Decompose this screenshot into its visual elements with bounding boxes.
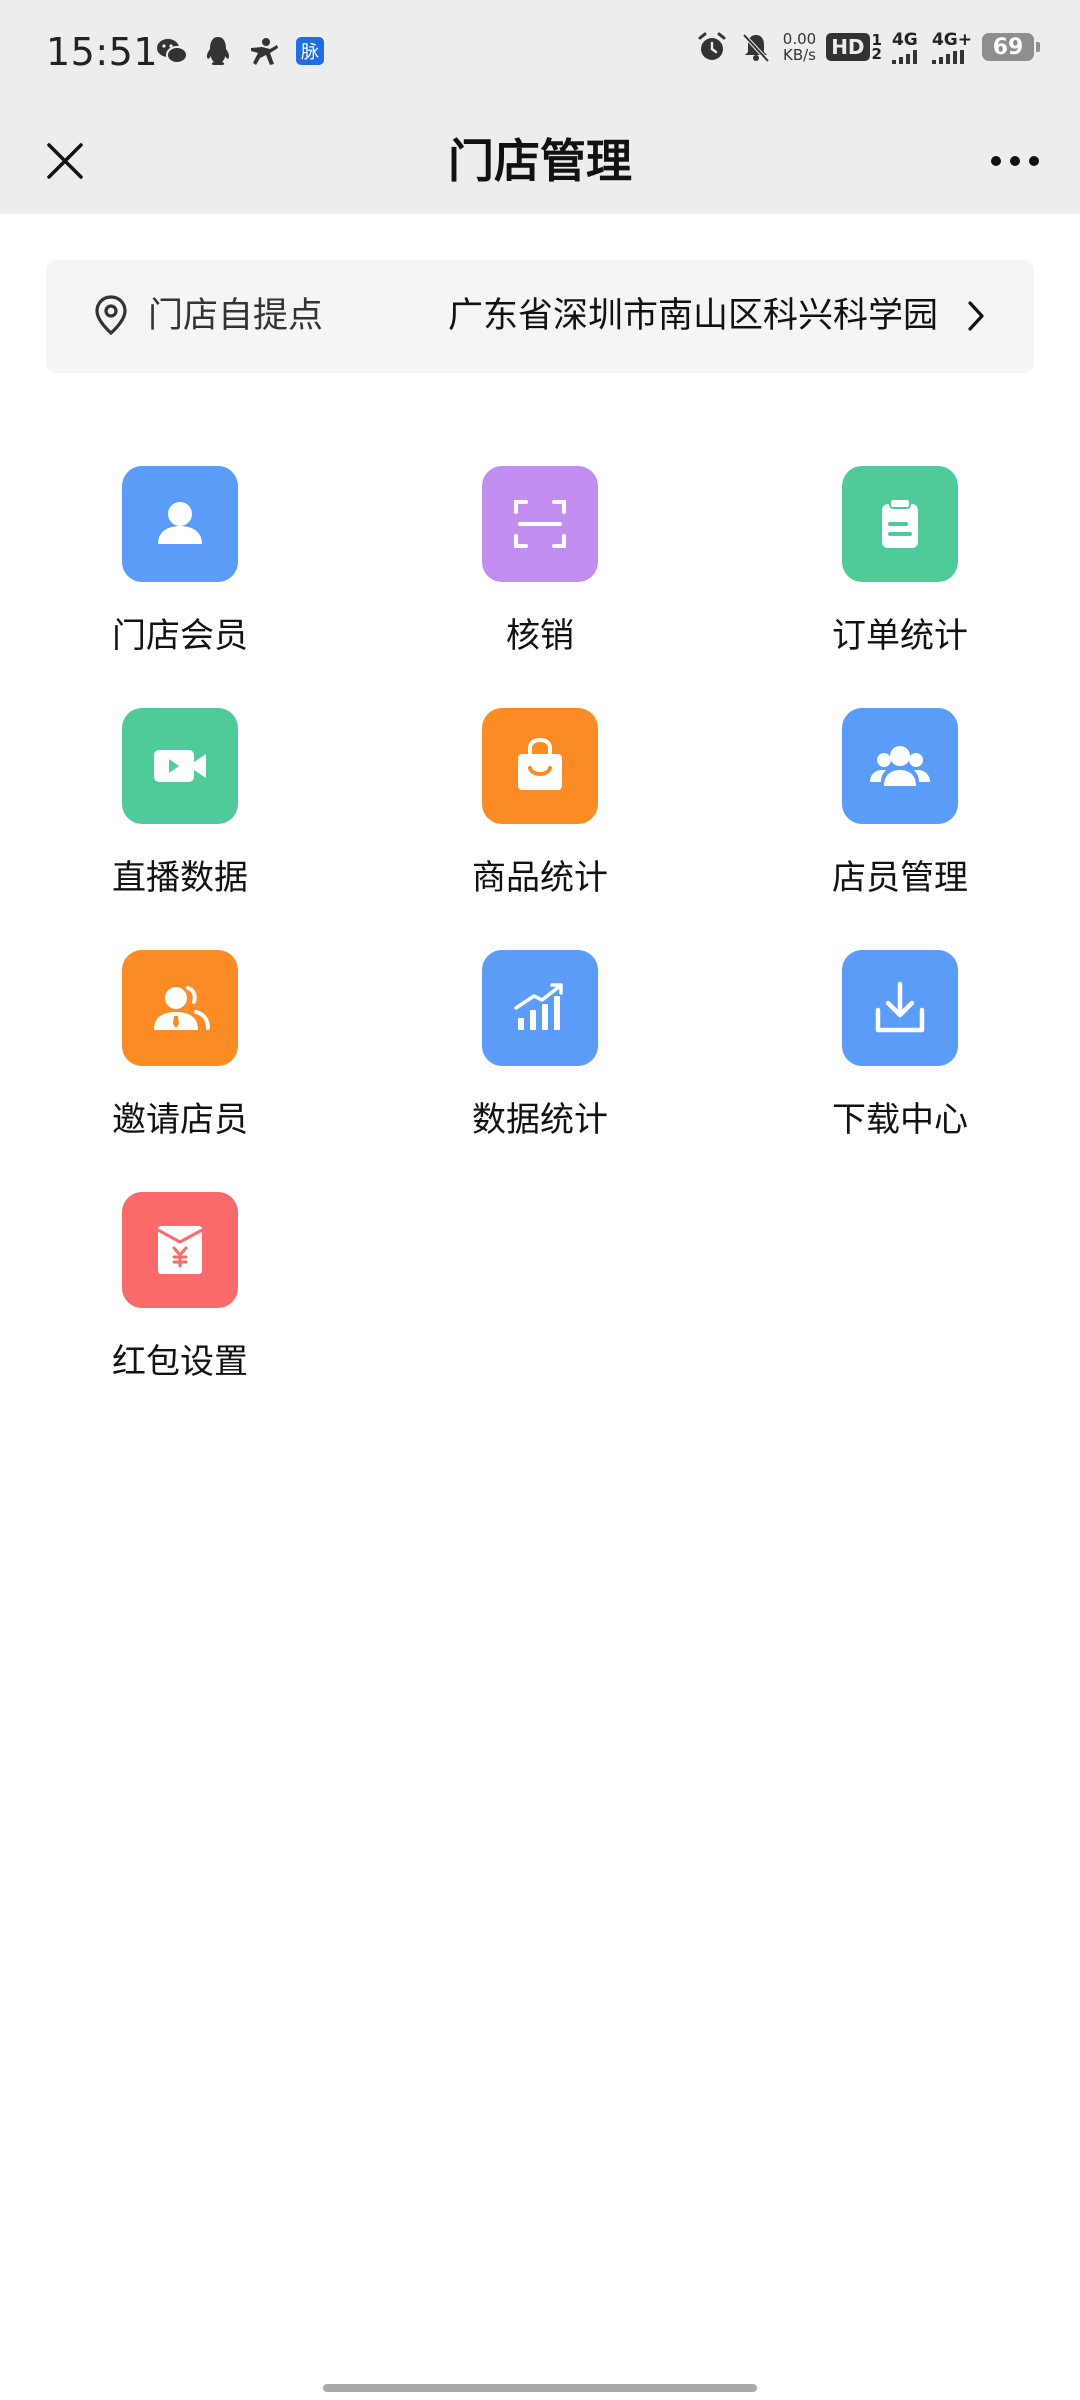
member-icon bbox=[158, 502, 202, 544]
signal-bars-icon bbox=[931, 50, 964, 64]
grid-item-order-stats[interactable]: 订单统计 bbox=[720, 466, 1080, 708]
grid-item-member[interactable]: 门店会员 bbox=[0, 466, 360, 708]
member-tile bbox=[122, 466, 238, 582]
grid-item-staff-management[interactable]: 店员管理 bbox=[720, 708, 1080, 950]
pickup-address: 广东省深圳市南山区科兴科学园 bbox=[447, 296, 938, 336]
grid-item-label: 邀请店员 bbox=[112, 1100, 248, 1140]
verify-tile bbox=[482, 466, 598, 582]
grid-item-live-data[interactable]: 直播数据 bbox=[0, 708, 360, 950]
net-speed-unit: KB/s bbox=[782, 46, 816, 64]
wechat-icon bbox=[155, 34, 189, 68]
grid-item-label: 下载中心 bbox=[832, 1100, 968, 1140]
signal-bars-icon bbox=[891, 50, 917, 64]
qq-icon bbox=[201, 34, 235, 68]
home-indicator[interactable] bbox=[323, 2384, 757, 2392]
svg-text:脉: 脉 bbox=[301, 42, 319, 63]
mai-icon: 脉 bbox=[293, 34, 327, 68]
red-packet-icon bbox=[157, 1226, 203, 1274]
download-icon bbox=[875, 981, 925, 1033]
pickup-location-card[interactable]: 门店自提点 广东省深圳市南山区科兴科学园 bbox=[46, 260, 1034, 373]
grid-item-label: 红包设置 bbox=[112, 1342, 248, 1382]
invite-staff-tile bbox=[122, 950, 238, 1066]
grid-item-label: 核销 bbox=[506, 616, 574, 656]
grid-item-label: 直播数据 bbox=[112, 858, 248, 898]
mute-icon bbox=[739, 30, 773, 64]
data-stats-tile bbox=[482, 950, 598, 1066]
sim2-label: 2 bbox=[871, 45, 882, 63]
status-bar: 15:51 脉 0.00 KB/s HD 1 2 4G 4G+ 69 bbox=[0, 0, 1080, 108]
grid-item-verify[interactable]: 核销 bbox=[360, 466, 720, 708]
hd-badge: HD 1 2 bbox=[826, 33, 882, 63]
red-packet-tile bbox=[122, 1192, 238, 1308]
net-speed-value: 0.00 bbox=[782, 30, 817, 48]
shopping-bag-icon bbox=[518, 737, 562, 790]
title-bar: 门店管理 bbox=[0, 108, 1080, 214]
location-pin-icon bbox=[94, 294, 128, 340]
notification-icons: 脉 bbox=[155, 34, 327, 68]
grid-item-product-stats[interactable]: 商品统计 bbox=[360, 708, 720, 950]
grid-item-label: 数据统计 bbox=[472, 1100, 608, 1140]
video-icon bbox=[154, 750, 206, 782]
product-stats-tile bbox=[482, 708, 598, 824]
page-title: 门店管理 bbox=[448, 134, 632, 188]
net-speed: 0.00 KB/s bbox=[783, 31, 816, 63]
chevron-right-icon bbox=[966, 300, 986, 336]
signal1-label: 4G bbox=[891, 30, 918, 50]
signal-1: 4G bbox=[891, 30, 922, 64]
hd-label: HD bbox=[826, 33, 870, 61]
live-data-tile bbox=[122, 708, 238, 824]
battery-indicator: 69 bbox=[982, 33, 1040, 61]
invite-icon bbox=[154, 986, 210, 1030]
more-dot bbox=[991, 156, 1001, 166]
order-stats-tile bbox=[842, 466, 958, 582]
signal-2: 4G+ bbox=[931, 30, 972, 64]
scan-icon bbox=[514, 500, 566, 548]
download-center-tile bbox=[842, 950, 958, 1066]
clipboard-icon bbox=[882, 498, 918, 548]
grid-item-label: 订单统计 bbox=[832, 616, 968, 656]
staff-management-tile bbox=[842, 708, 958, 824]
more-dot bbox=[1029, 156, 1039, 166]
feature-grid: 门店会员 核销 订单统计 直播数据 商品统计 店员管理 邀请店员 数据统计 下载… bbox=[0, 466, 1080, 1434]
pickup-point-label: 门店自提点 bbox=[148, 296, 324, 336]
grid-item-invite-staff[interactable]: 邀请店员 bbox=[0, 950, 360, 1192]
grid-item-label: 商品统计 bbox=[472, 858, 608, 898]
grid-item-label: 门店会员 bbox=[112, 616, 248, 656]
alarm-icon bbox=[695, 30, 729, 64]
status-time: 15:51 bbox=[46, 30, 159, 74]
grid-item-data-stats[interactable]: 数据统计 bbox=[360, 950, 720, 1192]
signal2-label: 4G+ bbox=[931, 30, 972, 50]
grid-item-label: 店员管理 bbox=[832, 858, 968, 898]
staff-icon bbox=[870, 746, 930, 786]
chart-icon bbox=[514, 983, 563, 1030]
more-button[interactable] bbox=[970, 126, 1060, 196]
system-status: 0.00 KB/s HD 1 2 4G 4G+ 69 bbox=[695, 30, 1040, 64]
grid-item-download-center[interactable]: 下载中心 bbox=[720, 950, 1080, 1192]
app-icon bbox=[247, 34, 281, 68]
grid-item-red-packet[interactable]: 红包设置 bbox=[0, 1192, 360, 1434]
more-dot bbox=[1010, 156, 1020, 166]
